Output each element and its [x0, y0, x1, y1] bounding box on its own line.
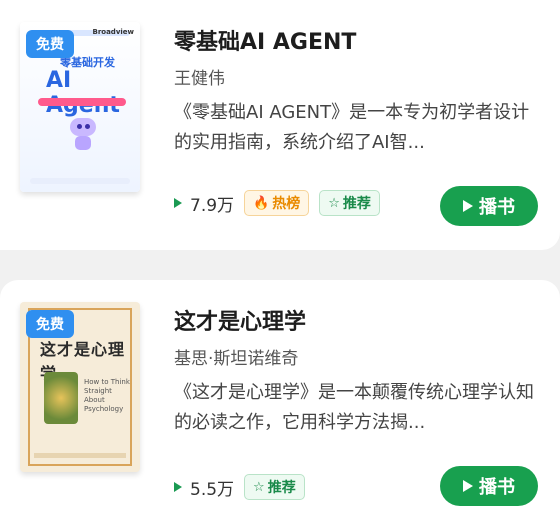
book-card[interactable]: Broadview 零基础开发 AI Agent 免费 零基础AI AGENT … — [0, 0, 560, 250]
cover-english-title: How to Think Straight About Psychology — [84, 378, 130, 413]
play-icon — [463, 480, 473, 492]
play-count: 5.5万 — [190, 479, 235, 500]
hot-tag: 🔥 热榜 — [244, 190, 310, 216]
free-badge: 免费 — [26, 30, 74, 58]
cover-title: AI Agent — [46, 68, 120, 118]
recommend-tag-label: 推荐 — [342, 196, 371, 212]
star-icon: ☆ — [328, 195, 340, 211]
listen-button-label: 播书 — [479, 477, 515, 498]
star-icon: ☆ — [253, 479, 265, 495]
recommend-tag: ☆ 推荐 — [244, 474, 305, 500]
listen-button-label: 播书 — [479, 197, 515, 218]
book-author[interactable]: 王健伟 — [174, 64, 225, 89]
cover-banner — [38, 98, 126, 106]
book-author[interactable]: 基思·斯坦诺维奇 — [174, 344, 298, 369]
book-description: 《零基础AI AGENT》是一本专为初学者设计的实用指南，系统介绍了AI智... — [174, 102, 530, 153]
listen-button[interactable]: 播书 — [440, 466, 538, 506]
book-meta: 5.5万 ☆ 推荐 — [174, 474, 305, 500]
cover-decoration — [34, 453, 126, 458]
book-description: 《这才是心理学》是一本颠覆传统心理学认知的必读之作，它用科学方法揭... — [174, 382, 534, 433]
play-count-icon — [174, 482, 182, 492]
book-meta: 7.9万 🔥 热榜 ☆ 推荐 — [174, 190, 380, 216]
cover-illustration — [44, 372, 78, 424]
play-count-icon — [174, 198, 182, 208]
recommend-tag: ☆ 推荐 — [319, 190, 380, 216]
listen-button[interactable]: 播书 — [440, 186, 538, 226]
fire-icon: 🔥 — [253, 195, 270, 211]
cover-brand: Broadview — [92, 28, 134, 36]
play-count: 7.9万 — [190, 195, 235, 216]
free-badge: 免费 — [26, 310, 74, 338]
book-card[interactable]: 这才是心理学 How to Think Straight About Psych… — [0, 280, 560, 532]
cover-decoration — [30, 178, 130, 184]
recommend-tag-label: 推荐 — [267, 480, 296, 496]
hot-tag-label: 热榜 — [272, 196, 301, 212]
play-icon — [463, 200, 473, 212]
book-title[interactable]: 这才是心理学 — [174, 304, 306, 336]
book-title[interactable]: 零基础AI AGENT — [174, 24, 356, 56]
robot-illustration — [68, 118, 98, 152]
